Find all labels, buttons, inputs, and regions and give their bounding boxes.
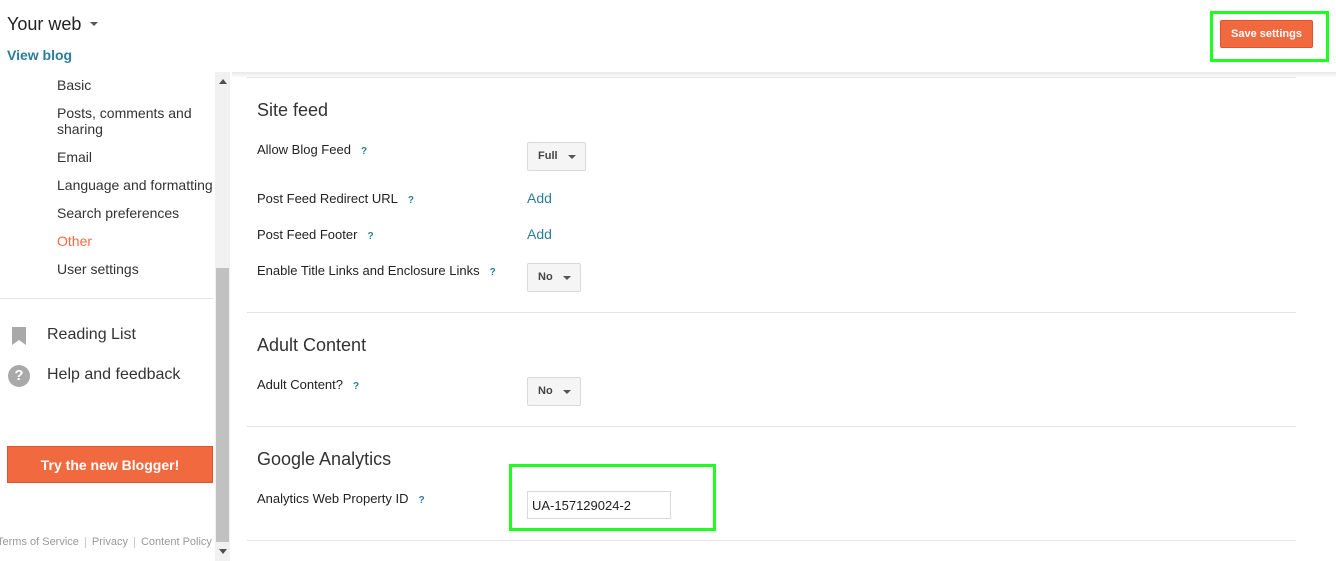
post-feed-footer-label: Post Feed Footer (257, 227, 358, 242)
analytics-property-input[interactable] (527, 491, 671, 519)
chevron-down-icon (568, 155, 576, 159)
chevron-down-icon (563, 276, 571, 280)
post-feed-footer-add-link[interactable]: Add (527, 226, 552, 242)
bookmark-icon (12, 327, 26, 345)
allow-blog-feed-label: Allow Blog Feed (257, 142, 351, 157)
chevron-down-icon (563, 390, 571, 394)
terms-of-service-link[interactable]: Terms of Service (0, 536, 79, 548)
adult-content-label: Adult Content? (257, 377, 344, 392)
site-feed-title: Site feed (257, 100, 329, 120)
sidebar-divider (0, 298, 213, 299)
title-links-row: Enable Title Links and Enclosure Links? (257, 263, 496, 278)
allow-blog-feed-value: Full (538, 150, 558, 162)
sidebar-item-reading-list[interactable]: Reading List (47, 326, 136, 344)
post-feed-redirect-row: Post Feed Redirect URL? (257, 191, 414, 206)
sidebar-item-email[interactable]: Email (57, 149, 217, 165)
save-settings-button[interactable]: Save settings (1220, 20, 1313, 48)
help-question-icon[interactable]: ? (367, 231, 373, 242)
sidebar-item-other[interactable]: Other (57, 233, 217, 249)
sidebar-item-search-preferences[interactable]: Search preferences (57, 205, 217, 221)
allow-blog-feed-row: Allow Blog Feed? (257, 142, 367, 157)
post-feed-footer-row: Post Feed Footer? (257, 227, 374, 242)
sidebar-footer-links: Terms of Service Privacy Content Policy (0, 536, 212, 548)
privacy-link[interactable]: Privacy (92, 536, 128, 548)
blog-switcher-caret-icon[interactable] (90, 22, 98, 26)
section-divider (247, 540, 1296, 541)
help-question-icon[interactable]: ? (353, 381, 359, 392)
scrollbar-thumb[interactable] (216, 268, 229, 542)
scroll-up-arrow-icon[interactable] (219, 79, 227, 84)
analytics-property-row: Analytics Web Property ID? (257, 491, 425, 506)
view-blog-link[interactable]: View blog (7, 47, 72, 63)
adult-content-title: Adult Content (257, 335, 367, 355)
try-new-blogger-button[interactable]: Try the new Blogger! (7, 446, 213, 483)
scroll-down-arrow-icon[interactable] (219, 549, 227, 554)
post-feed-redirect-label: Post Feed Redirect URL (257, 191, 398, 206)
sidebar-item-posts-comments-sharing[interactable]: Posts, comments and sharing (57, 105, 217, 137)
adult-content-dropdown[interactable]: No (527, 377, 581, 406)
sidebar-item-basic[interactable]: Basic (57, 77, 217, 93)
section-divider (247, 312, 1296, 313)
footer-separator (84, 536, 86, 548)
title-links-value: No (538, 271, 553, 283)
sidebar-item-user-settings[interactable]: User settings (57, 261, 217, 277)
help-question-icon[interactable]: ? (361, 146, 367, 157)
adult-content-row: Adult Content?? (257, 377, 359, 392)
title-links-dropdown[interactable]: No (527, 263, 581, 292)
sidebar-item-language-formatting[interactable]: Language and formatting (57, 177, 227, 193)
allow-blog-feed-dropdown[interactable]: Full (527, 142, 586, 171)
help-question-icon[interactable]: ? (490, 267, 496, 278)
section-divider (247, 426, 1296, 427)
footer-separator (133, 536, 135, 548)
adult-content-value: No (538, 385, 553, 397)
help-circle-icon: ? (8, 365, 30, 387)
google-analytics-title: Google Analytics (257, 449, 392, 469)
content-policy-link[interactable]: Content Policy (141, 536, 212, 548)
sidebar-item-help-feedback[interactable]: Help and feedback (47, 366, 180, 384)
post-feed-redirect-add-link[interactable]: Add (527, 190, 552, 206)
title-links-label: Enable Title Links and Enclosure Links (257, 263, 480, 278)
help-question-icon[interactable]: ? (418, 495, 424, 506)
section-divider (247, 77, 1296, 78)
analytics-property-label: Analytics Web Property ID (257, 491, 409, 506)
blog-title[interactable]: Your web (7, 14, 81, 35)
help-question-icon[interactable]: ? (408, 195, 414, 206)
